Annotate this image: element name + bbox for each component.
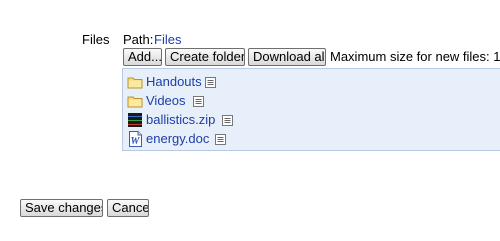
item-link-handouts[interactable]: Handouts bbox=[146, 74, 202, 90]
context-menu-icon[interactable] bbox=[205, 76, 216, 88]
folder-icon bbox=[127, 74, 143, 90]
item-link-videos[interactable]: Videos bbox=[146, 93, 186, 109]
create-folder-button[interactable]: Create folder bbox=[165, 48, 245, 66]
files-label: Files bbox=[82, 32, 110, 47]
context-menu-icon[interactable] bbox=[215, 133, 226, 145]
item-link-energy-doc[interactable]: energy.doc bbox=[146, 131, 209, 147]
word-document-icon: W bbox=[127, 131, 143, 147]
context-menu-icon[interactable] bbox=[193, 95, 204, 107]
item-link-ballistics-zip[interactable]: ballistics.zip bbox=[146, 112, 215, 128]
download-all-button[interactable]: Download al bbox=[248, 48, 326, 66]
cancel-button[interactable]: Cancel bbox=[107, 199, 149, 217]
svg-text:W: W bbox=[131, 136, 141, 147]
path-label: Path: bbox=[123, 32, 154, 47]
add-file-button[interactable]: Add... bbox=[123, 48, 162, 66]
zip-archive-icon bbox=[127, 112, 143, 128]
path-link-files[interactable]: Files bbox=[154, 32, 181, 47]
save-changes-button[interactable]: Save changes bbox=[20, 199, 103, 217]
folder-icon bbox=[127, 93, 143, 109]
max-size-note: Maximum size for new files: 100 bbox=[330, 49, 500, 64]
context-menu-icon[interactable] bbox=[222, 114, 233, 126]
